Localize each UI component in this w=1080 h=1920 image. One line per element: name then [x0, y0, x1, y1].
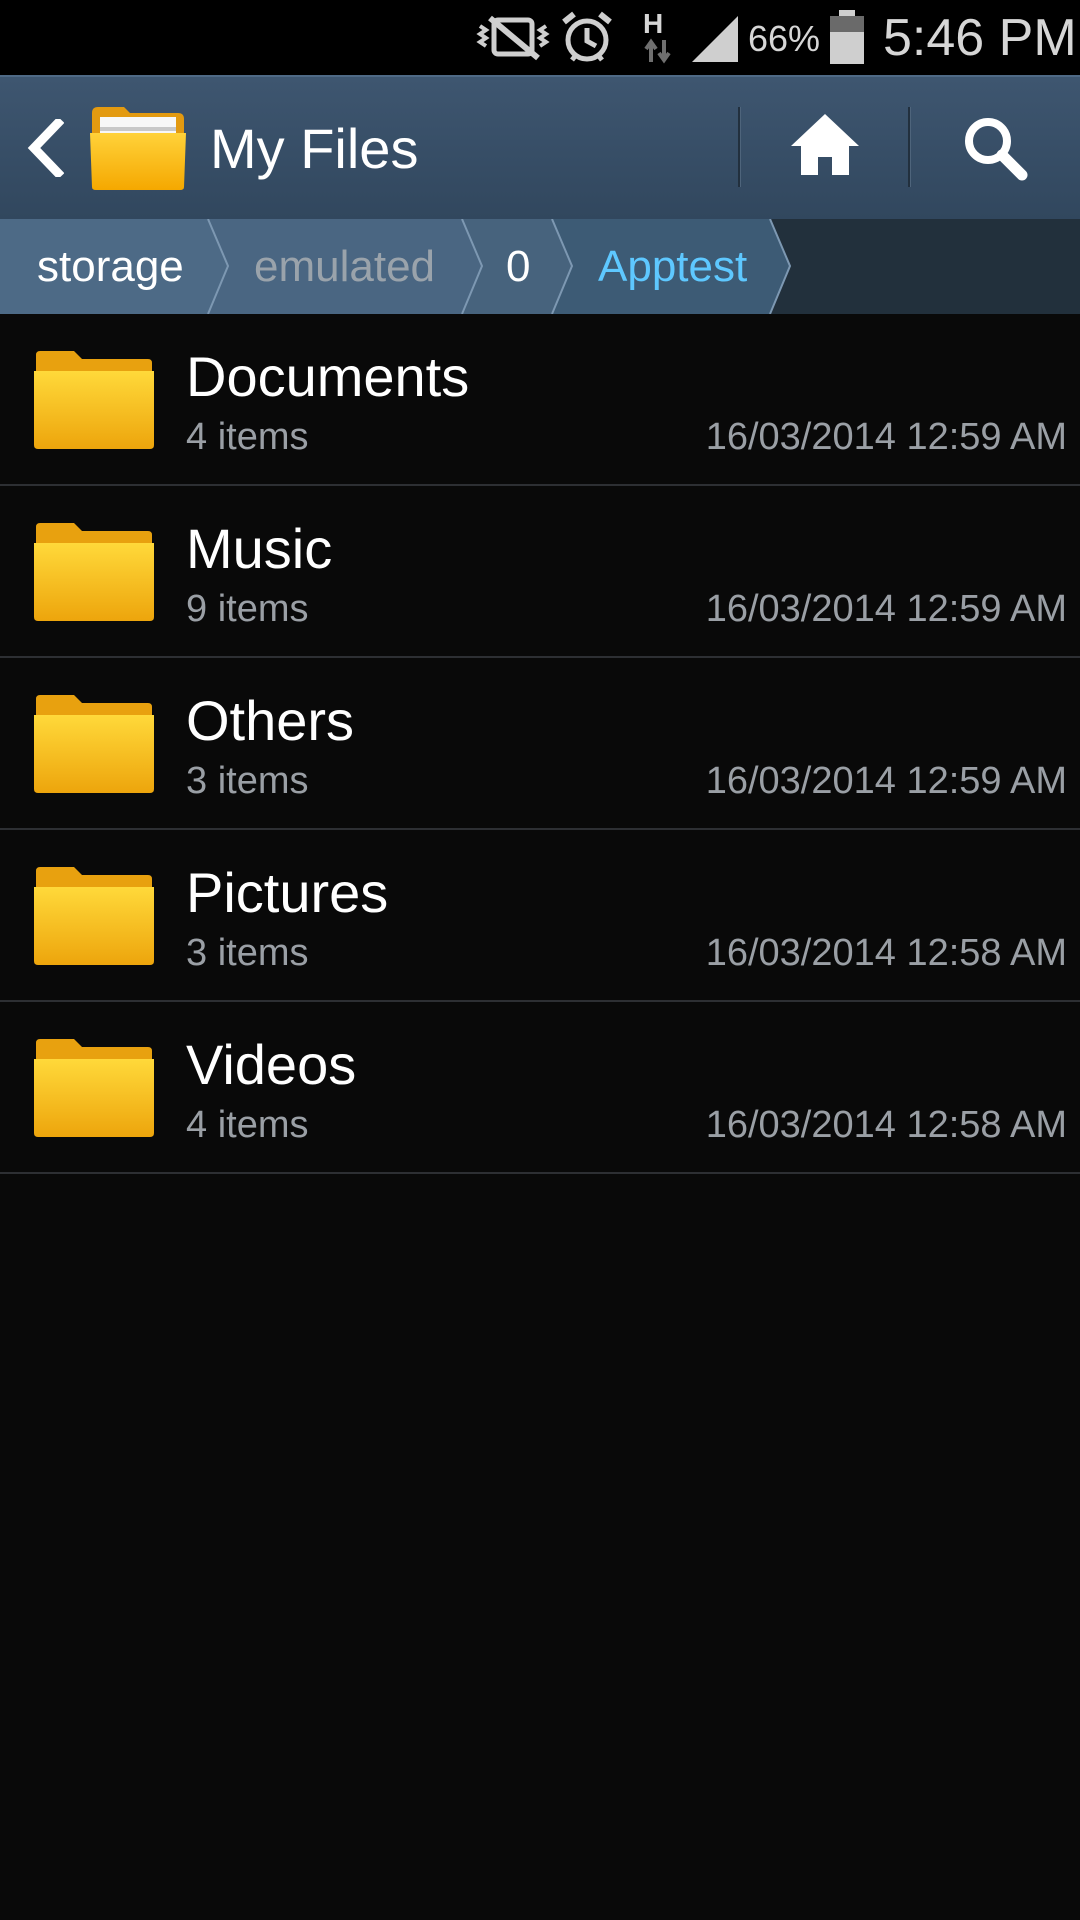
home-button[interactable] — [742, 77, 908, 219]
file-row-documents[interactable]: Documents 4 items 16/03/2014 12:59 AM — [0, 314, 1080, 486]
folder-icon — [34, 351, 154, 449]
file-date: 16/03/2014 12:58 AM — [705, 1104, 1067, 1146]
back-button[interactable] — [0, 77, 84, 221]
folder-app-icon — [90, 107, 186, 190]
action-bar-divider — [738, 107, 741, 187]
status-bar: H 66% 5:46 PM — [0, 0, 1080, 75]
file-row-others[interactable]: Others 3 items 16/03/2014 12:59 AM — [0, 658, 1080, 830]
file-date: 16/03/2014 12:58 AM — [705, 932, 1067, 974]
breadcrumb-item-storage[interactable]: storage — [37, 219, 184, 314]
network-type-label: H — [643, 8, 664, 39]
breadcrumb-item-apptest[interactable]: Apptest — [598, 219, 747, 314]
file-row-videos[interactable]: Videos 4 items 16/03/2014 12:58 AM — [0, 1002, 1080, 1174]
breadcrumb: storage emulated 0 Apptest — [0, 219, 1080, 314]
file-item-count: 3 items — [186, 760, 309, 802]
file-row-pictures[interactable]: Pictures 3 items 16/03/2014 12:58 AM — [0, 830, 1080, 1002]
file-date: 16/03/2014 12:59 AM — [705, 416, 1067, 458]
folder-icon — [34, 695, 154, 793]
alarm-icon — [562, 11, 612, 62]
file-name: Videos — [186, 1033, 357, 1096]
file-list: Documents 4 items 16/03/2014 12:59 AM Mu… — [0, 314, 1080, 1174]
file-name: Others — [186, 689, 355, 752]
battery-icon — [830, 10, 864, 64]
folder-icon — [34, 1039, 154, 1137]
file-name: Music — [186, 517, 333, 580]
file-date: 16/03/2014 12:59 AM — [705, 760, 1067, 802]
back-arrow-icon — [27, 119, 64, 177]
file-date: 16/03/2014 12:59 AM — [705, 588, 1067, 630]
clock-time: 5:46 PM — [883, 9, 1077, 67]
breadcrumb-item-emulated[interactable]: emulated — [254, 219, 435, 314]
file-name: Documents — [186, 345, 470, 408]
folder-icon — [34, 523, 154, 621]
my-files-screen: H 66% 5:46 PM My Files storage emulated … — [0, 0, 1080, 1920]
search-button[interactable] — [912, 77, 1080, 219]
data-transfer-icon — [644, 38, 671, 64]
folder-icon — [34, 867, 154, 965]
home-icon — [791, 114, 859, 175]
file-item-count: 9 items — [186, 588, 309, 630]
file-item-count: 4 items — [186, 416, 309, 458]
file-name: Pictures — [186, 861, 389, 924]
file-item-count: 3 items — [186, 932, 309, 974]
action-bar: My Files — [0, 75, 1080, 219]
battery-percent: 66% — [748, 18, 821, 59]
action-bar-divider — [908, 107, 911, 187]
file-item-count: 4 items — [186, 1104, 309, 1146]
file-row-music[interactable]: Music 9 items 16/03/2014 12:59 AM — [0, 486, 1080, 658]
page-title: My Files — [210, 117, 419, 180]
search-icon — [965, 118, 1028, 181]
breadcrumb-item-0[interactable]: 0 — [506, 219, 530, 314]
vibrate-mute-icon — [476, 15, 550, 61]
signal-icon — [692, 16, 738, 62]
